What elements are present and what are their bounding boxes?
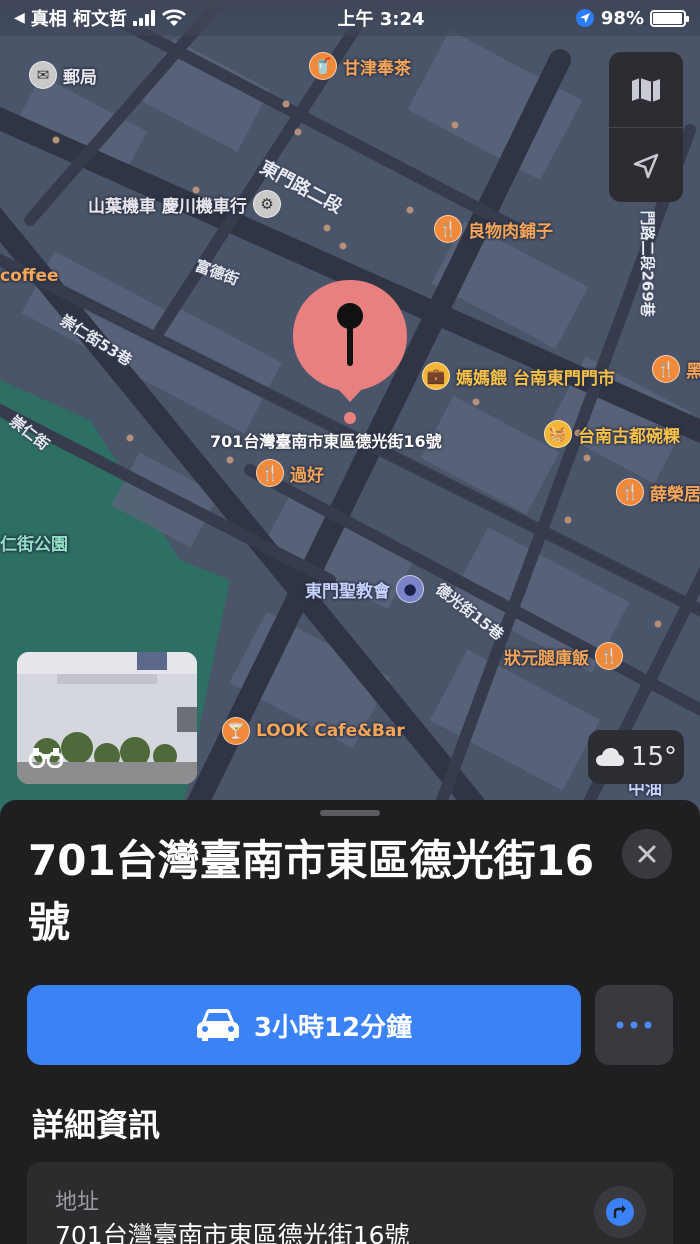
address-card[interactable]: 地址 701台灣臺南市東區德光街16號 (27, 1162, 673, 1244)
look-around-preview[interactable] (17, 652, 197, 784)
directions-button[interactable]: 3小時12分鐘 (27, 985, 581, 1065)
cocktail-icon: 🍸 (222, 717, 250, 745)
poi-bowl-rice[interactable]: 🧺 台南古都碗粿 (544, 420, 680, 448)
poi-guohao[interactable]: 🍴 過好 (256, 459, 324, 487)
car-icon (196, 1009, 239, 1041)
binoculars-icon (29, 748, 63, 768)
close-button[interactable] (622, 829, 672, 879)
details-heading: 詳細資訊 (32, 1106, 161, 1144)
ellipsis-icon (616, 1021, 652, 1029)
place-title: 701台灣臺南市東區德光街16號 (28, 836, 595, 947)
back-arrow-icon: ◀ (14, 10, 25, 26)
map-pin-address: 701台灣臺南市東區德光街16號 (210, 432, 442, 451)
battery-percent: 98% (600, 7, 644, 29)
sheet-grabber[interactable] (320, 810, 380, 816)
poi-butcher[interactable]: 🍴 良物肉鋪子 (434, 215, 553, 243)
cloud-icon (595, 748, 624, 766)
poi-park[interactable]: 仁街公園 (0, 530, 68, 555)
location-pin-icon[interactable] (291, 278, 409, 428)
church-icon: ● (396, 575, 424, 603)
poi-ganjin-tea[interactable]: 🥤 甘津奉茶 (309, 52, 411, 80)
signal-icon (133, 10, 156, 26)
poi-church[interactable]: 東門聖教會 ● (305, 575, 424, 603)
location-services-icon (575, 9, 594, 27)
turn-arrow-icon (606, 1198, 634, 1226)
poi-look-cafe[interactable]: 🍸 LOOK Cafe&Bar (222, 717, 405, 745)
bag-icon: 💼 (422, 362, 450, 390)
poi-mama-shop[interactable]: 💼 媽媽餵 台南東門門市 (422, 362, 615, 390)
address-label: 地址 (55, 1190, 100, 1215)
directions-label: 3小時12分鐘 (253, 1012, 413, 1043)
status-time: 上午 3:24 (337, 9, 425, 30)
back-app-label: 真相 柯文哲 (30, 9, 128, 30)
map-controls (609, 52, 683, 202)
back-to-app[interactable]: ◀ 真相 柯文哲 (14, 5, 187, 31)
fork-knife-icon: 🍴 (616, 478, 644, 506)
fork-knife-icon: 🍴 (434, 215, 462, 243)
location-arrow-icon (633, 153, 659, 178)
fork-knife-icon: 🍴 (595, 642, 623, 670)
current-location-button[interactable] (609, 128, 683, 202)
fork-knife-icon: 🍴 (652, 355, 680, 383)
motorcycle-icon: ⚙ (252, 190, 281, 218)
poi-coffee[interactable]: coffee (0, 266, 59, 286)
status-bar: ◀ 真相 柯文哲 上午 3:24 98% (0, 0, 700, 36)
wifi-icon (162, 9, 187, 26)
poi-xue-rong[interactable]: 🍴 薛榮居 (616, 478, 700, 506)
map-view[interactable]: 東門路二段 富德街 崇仁街53巷 崇仁街 德光街15巷 門路二段269巷 ✉ 郵… (0, 0, 700, 820)
more-button[interactable] (595, 985, 673, 1065)
place-sheet: 701台灣臺南市東區德光街16號 3小時12分鐘 詳細資訊 地址 701台灣臺南… (0, 800, 700, 1244)
map-mode-button[interactable] (609, 52, 683, 127)
map-icon (632, 77, 660, 102)
cup-icon: 🥤 (309, 52, 337, 80)
poi-black-food[interactable]: 🍴 黑 (652, 355, 700, 383)
close-icon (638, 845, 656, 863)
poi-post-office[interactable]: ✉ 郵局 (29, 61, 97, 89)
basket-icon: 🧺 (544, 420, 572, 448)
street-label-dongmen-269: 門路二段269巷 (638, 210, 657, 317)
weather-temp: 15° (630, 742, 678, 772)
address-value: 701台灣臺南市東區德光街16號 (55, 1221, 410, 1244)
poi-zhuangyuan[interactable]: 狀元腿庫飯 🍴 (504, 642, 623, 670)
weather-badge: 15° (588, 730, 684, 784)
fork-knife-icon: 🍴 (256, 459, 284, 487)
poi-motor-shop[interactable]: 山葉機車 慶川機車行 ⚙ (88, 190, 281, 218)
battery-icon (649, 9, 689, 27)
envelope-icon: ✉ (29, 61, 57, 89)
address-directions-button[interactable] (594, 1186, 646, 1238)
